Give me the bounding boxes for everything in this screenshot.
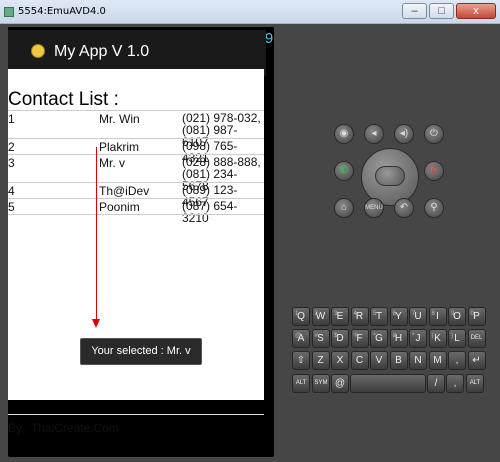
keyboard-key[interactable]: ALT <box>466 374 484 393</box>
keyboard-key[interactable]: 7U <box>409 307 427 326</box>
call-icon[interactable]: ✆ <box>334 161 354 181</box>
keyboard-key[interactable]: ↵ <box>467 351 486 370</box>
contact-id: 5 <box>8 200 15 214</box>
menu-button[interactable]: MENU <box>364 198 384 218</box>
contact-phone: (087) 654-3210 <box>182 199 238 225</box>
keyboard-key[interactable]: % F <box>350 329 369 348</box>
keyboard-key[interactable]: @ A <box>292 329 310 348</box>
dpad-center-button[interactable] <box>375 166 405 186</box>
app-launcher-icon <box>31 44 45 58</box>
keyboard-key[interactable]: SYM <box>312 374 330 393</box>
annotation-arrow-head <box>92 319 100 328</box>
app-window-icon <box>4 6 14 17</box>
app-title: My App V 1.0 <box>54 43 150 60</box>
keyboard-key[interactable]: ALT <box>292 374 310 393</box>
keyboard-key[interactable]: * J <box>409 329 427 348</box>
keyboard-key[interactable]: 0P <box>467 307 486 326</box>
contact-name: Plakrim <box>99 140 140 154</box>
keyboard-key[interactable]: X <box>331 351 349 370</box>
keyboard-key[interactable]: V <box>370 351 388 370</box>
annotation-arrow-line <box>96 147 97 322</box>
keyboard-key[interactable]: / <box>427 374 445 393</box>
keyboard-key[interactable]: DEL <box>467 329 486 348</box>
keyboard-key[interactable]: , <box>446 374 464 393</box>
keyboard-key[interactable]: , <box>448 351 466 370</box>
keyboard-key[interactable]: 9O <box>448 307 466 326</box>
end-call-icon[interactable]: ✆ <box>424 161 444 181</box>
keyboard-key[interactable]: 6Y <box>389 307 408 326</box>
keyboard-key[interactable]: # S <box>311 329 330 348</box>
keyboard-key[interactable]: N <box>409 351 427 370</box>
contact-row[interactable]: 3 Mr. v (028) 888-888, (081) 234-5678 <box>8 154 264 192</box>
keyboard-key[interactable]: 8I <box>428 307 447 326</box>
keyboard-key[interactable]: & H <box>389 329 408 348</box>
power-icon[interactable]: ⏻ <box>424 124 444 144</box>
maximize-button[interactable]: □ <box>429 3 454 19</box>
keyboard-key[interactable]: M <box>428 351 447 370</box>
minimize-button[interactable]: – <box>402 3 427 19</box>
contact-name: Th@iDev <box>99 184 150 198</box>
keyboard-key[interactable]: C <box>350 351 369 370</box>
keyboard-key[interactable]: 4R <box>350 307 369 326</box>
contact-name: Poonim <box>99 200 140 214</box>
keyboard-key[interactable]: ^ G <box>370 329 388 348</box>
keyboard-key[interactable]: Z <box>311 351 330 370</box>
contact-name: Mr. Win <box>99 112 140 126</box>
keyboard-key[interactable]: 5T <box>370 307 388 326</box>
keyboard-key[interactable]: 2W <box>311 307 330 326</box>
contact-id: 4 <box>8 184 15 198</box>
contact-id: 3 <box>8 156 15 170</box>
home-icon[interactable]: ⌂ <box>334 198 354 218</box>
camera-icon[interactable]: ◉ <box>334 124 354 144</box>
window-controls: – □ x <box>402 3 496 19</box>
footer-divider <box>8 414 264 415</box>
keyboard-key[interactable]: ⇧ <box>292 351 310 370</box>
space-key[interactable] <box>350 374 426 393</box>
keyboard-key[interactable]: (K <box>428 329 447 348</box>
contact-name: Mr. v <box>99 156 125 170</box>
window-title: 5554:EmuAVD4.0 <box>18 6 106 17</box>
contact-row[interactable]: 5 Poonim (087) 654-3210 <box>8 198 264 224</box>
keyboard-key[interactable]: $ D <box>331 329 349 348</box>
keyboard-key[interactable]: 1Q <box>292 307 310 326</box>
volume-up-icon[interactable]: ◂) <box>394 124 414 144</box>
contact-row[interactable]: 2 Plakrim (098) 765-4321 <box>8 138 264 164</box>
contact-id: 2 <box>8 140 15 154</box>
contact-id: 1 <box>8 112 15 126</box>
keyboard-key[interactable]: @ <box>331 374 349 393</box>
close-button[interactable]: x <box>456 3 496 19</box>
search-icon[interactable]: ⚲ <box>424 198 444 218</box>
keyboard-key[interactable]: ) L <box>448 329 466 348</box>
toast-message: Your selected : Mr. v <box>80 338 202 365</box>
keyboard-key[interactable]: B <box>389 351 408 370</box>
keyboard-key[interactable]: 3E <box>331 307 349 326</box>
contact-row[interactable]: 4 Th@iDev (089) 123-4567 <box>8 182 264 208</box>
window-titlebar: 5554:EmuAVD4.0 – □ x <box>0 0 500 24</box>
list-bottom-divider <box>8 214 264 215</box>
volume-down-icon[interactable]: ◂ <box>364 124 384 144</box>
page-title: Contact List : <box>8 89 119 110</box>
footer-text: By.. ThaiCreate.Com <box>8 421 119 435</box>
contact-row[interactable]: 1 Mr. Win (021) 978-032, (081) 987-6107 <box>8 110 264 148</box>
back-icon[interactable]: ↶ <box>394 198 414 218</box>
